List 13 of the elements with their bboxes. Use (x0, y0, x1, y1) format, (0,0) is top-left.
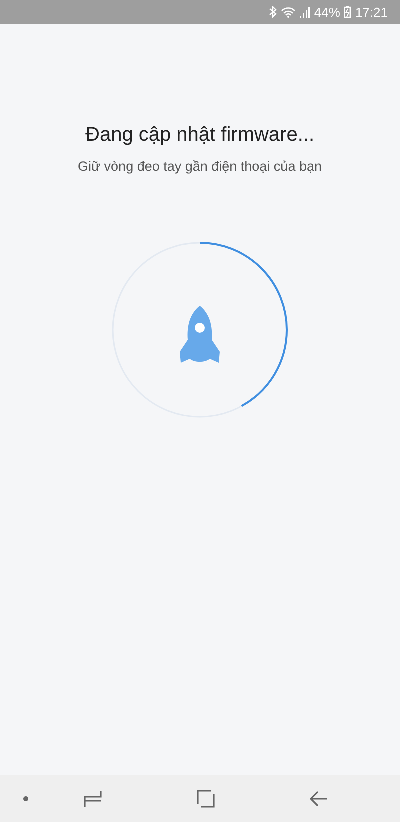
back-icon[interactable] (310, 790, 328, 806)
recent-apps-icon[interactable] (84, 790, 102, 808)
battery-icon (344, 6, 352, 18)
dot-icon (23, 796, 29, 802)
signal-icon (300, 6, 310, 18)
update-subtitle: Giữ vòng đeo tay gần điện thoại của bạn (78, 159, 322, 174)
wifi-icon (281, 6, 296, 18)
update-title: Đang cập nhật firmware... (86, 124, 314, 147)
home-icon[interactable] (197, 790, 215, 808)
battery-percent: 44% (314, 4, 340, 20)
rocket-icon (180, 306, 220, 363)
bluetooth-icon (269, 6, 278, 18)
clock-time: 17:21 (355, 4, 388, 20)
